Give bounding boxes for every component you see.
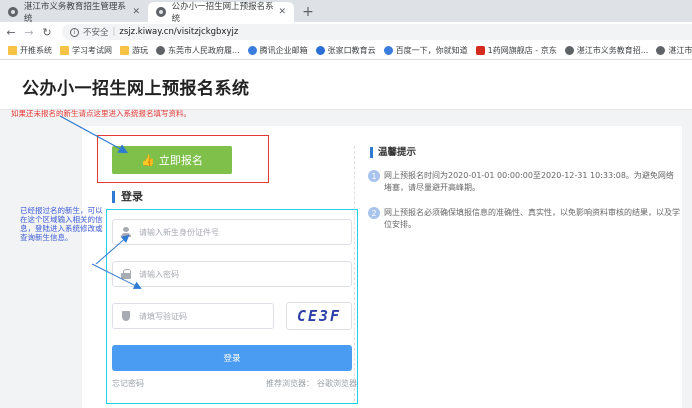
bookmarks-bar: 开推系统 学习考试网 游玩 东莞市人民政府履... 腾讯企业邮箱 张家口教育云 …: [0, 42, 692, 60]
bookmark-item[interactable]: 腾讯企业邮箱: [247, 45, 308, 56]
tab-title: 湛江市义务教育招生管理系统: [23, 2, 126, 24]
browser-tab-strip: 湛江市义务教育招生管理系统 ✕ 公办小一招生网上预报名系统 ✕ +: [0, 0, 692, 24]
address-separator: |: [112, 27, 116, 37]
arrow-to-register: [59, 115, 129, 154]
paw-icon: [383, 46, 393, 55]
address-bar[interactable]: i 不安全 | zsjz.kiway.cn/visitzjckgbxyjz: [62, 24, 692, 40]
jd-icon: [475, 46, 485, 55]
globe-icon: [656, 46, 666, 55]
bookmark-item[interactable]: 百度一下，你就知道: [383, 45, 468, 56]
globe-icon: [8, 7, 18, 17]
browser-tab-zhanjiang[interactable]: 湛江市义务教育招生管理系统 ✕: [0, 2, 148, 24]
new-tab-button[interactable]: +: [298, 2, 318, 22]
bookmark-item[interactable]: 湛江市义务教育招...: [564, 45, 648, 56]
browser-tab-registration[interactable]: 公办小一招生网上预报名系统 ✕: [148, 2, 294, 24]
back-arrow-icon[interactable]: ←: [4, 26, 18, 39]
bookmark-item[interactable]: 东莞市人民政府履...: [156, 45, 240, 56]
arrow-to-login-area: [91, 263, 142, 289]
folder-icon: [8, 46, 17, 55]
tab-title: 公办小一招生网上预报名系统: [171, 2, 274, 24]
bookmark-item[interactable]: 湛江市: [656, 45, 692, 56]
bookmark-item[interactable]: 学习考试网: [60, 45, 112, 56]
close-tab-icon[interactable]: ✕: [278, 7, 286, 17]
reload-icon[interactable]: ↻: [40, 26, 54, 39]
forward-arrow-icon[interactable]: →: [22, 26, 36, 39]
globe-icon: [156, 46, 165, 55]
globe-icon: [564, 46, 574, 55]
annotation-arrows: [59, 115, 142, 289]
bookmark-item[interactable]: 1药网旗舰店 - 京东: [475, 45, 557, 56]
globe-icon: [156, 7, 166, 17]
browser-toolbar: ← → ↻ i 不安全 | zsjz.kiway.cn/visitzjckgbx…: [0, 22, 692, 42]
bookmark-item[interactable]: 张家口教育云: [315, 45, 376, 56]
cloud-icon: [315, 46, 325, 55]
folder-icon: [120, 46, 129, 55]
info-icon[interactable]: i: [70, 27, 79, 37]
close-tab-icon[interactable]: ✕: [132, 7, 140, 17]
bookmark-item[interactable]: 游玩: [120, 45, 148, 56]
url-text[interactable]: zsjz.kiway.cn/visitzjckgbxyjz: [119, 27, 238, 37]
folder-icon: [60, 46, 69, 55]
security-status: 不安全: [83, 28, 109, 38]
bookmark-item[interactable]: 开推系统: [8, 45, 52, 56]
arrow-to-id-field: [95, 234, 130, 265]
mail-icon: [247, 46, 257, 55]
page-content: 公办小一招生网上预报名系统 如果还未报名的新生请点这里进入系统报名填写资料。 👍…: [0, 60, 692, 408]
